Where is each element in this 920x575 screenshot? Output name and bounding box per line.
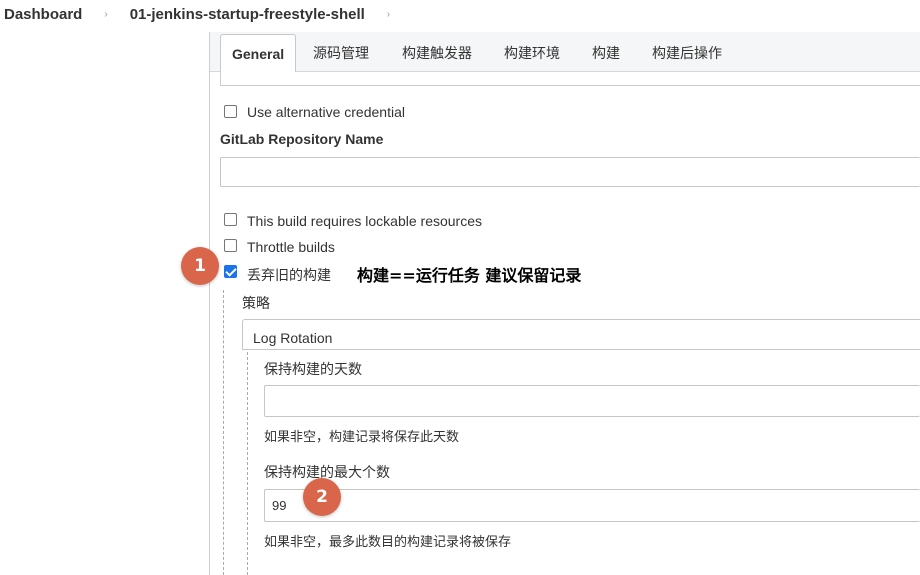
- tab-build[interactable]: 构建: [581, 34, 631, 71]
- tab-build-triggers[interactable]: 构建触发器: [391, 34, 483, 71]
- discard-old-builds-label: 丢弃旧的构建: [247, 267, 331, 283]
- step-badge-1: 1: [181, 247, 219, 285]
- alt-credential-label: Use alternative credential: [247, 104, 405, 120]
- subsection-indent-guide: [247, 352, 248, 575]
- max-builds-help: 如果非空，最多此数目的构建记录将被保存: [264, 534, 512, 549]
- section-indent-guide: [223, 290, 224, 575]
- lockable-resources-label: This build requires lockable resources: [247, 213, 482, 229]
- breadcrumb-separator-icon[interactable]: ›: [387, 9, 390, 20]
- content-divider: [209, 32, 210, 575]
- throttle-builds-label: Throttle builds: [247, 239, 335, 255]
- days-to-keep-input[interactable]: [264, 385, 920, 417]
- breadcrumb: Dashboard › 01-jenkins-startup-freestyle…: [0, 0, 408, 28]
- strategy-select[interactable]: Log Rotation: [242, 319, 920, 350]
- alt-credential-checkbox[interactable]: [224, 105, 237, 118]
- breadcrumb-job[interactable]: 01-jenkins-startup-freestyle-shell: [126, 6, 369, 23]
- tab-build-environment[interactable]: 构建环境: [493, 34, 571, 71]
- breadcrumb-separator-icon[interactable]: ›: [104, 9, 107, 20]
- days-to-keep-label: 保持构建的天数: [264, 361, 362, 377]
- gitlab-repo-name-input[interactable]: [220, 157, 920, 187]
- sidebar: [0, 32, 209, 575]
- days-to-keep-help: 如果非空，构建记录将保存此天数: [264, 429, 460, 444]
- throttle-builds-checkbox[interactable]: [224, 239, 237, 252]
- gitlab-repo-name-label: GitLab Repository Name: [220, 131, 384, 147]
- breadcrumb-dashboard[interactable]: Dashboard: [0, 6, 86, 23]
- previous-field-edge: [220, 72, 920, 86]
- lockable-resources-checkbox[interactable]: [224, 213, 237, 226]
- annotation-note: 构建==运行任务 建议保留记录: [357, 266, 582, 285]
- max-builds-input[interactable]: 99: [264, 489, 920, 522]
- tab-source-code[interactable]: 源码管理: [302, 34, 380, 71]
- tab-general[interactable]: General: [220, 34, 297, 72]
- step-badge-2: 2: [303, 478, 341, 516]
- strategy-label: 策略: [242, 295, 270, 311]
- tab-post-build[interactable]: 构建后操作: [641, 34, 733, 71]
- discard-old-builds-checkbox[interactable]: [224, 265, 237, 278]
- config-tabs: General 源码管理 构建触发器 构建环境 构建 构建后操作: [210, 32, 920, 72]
